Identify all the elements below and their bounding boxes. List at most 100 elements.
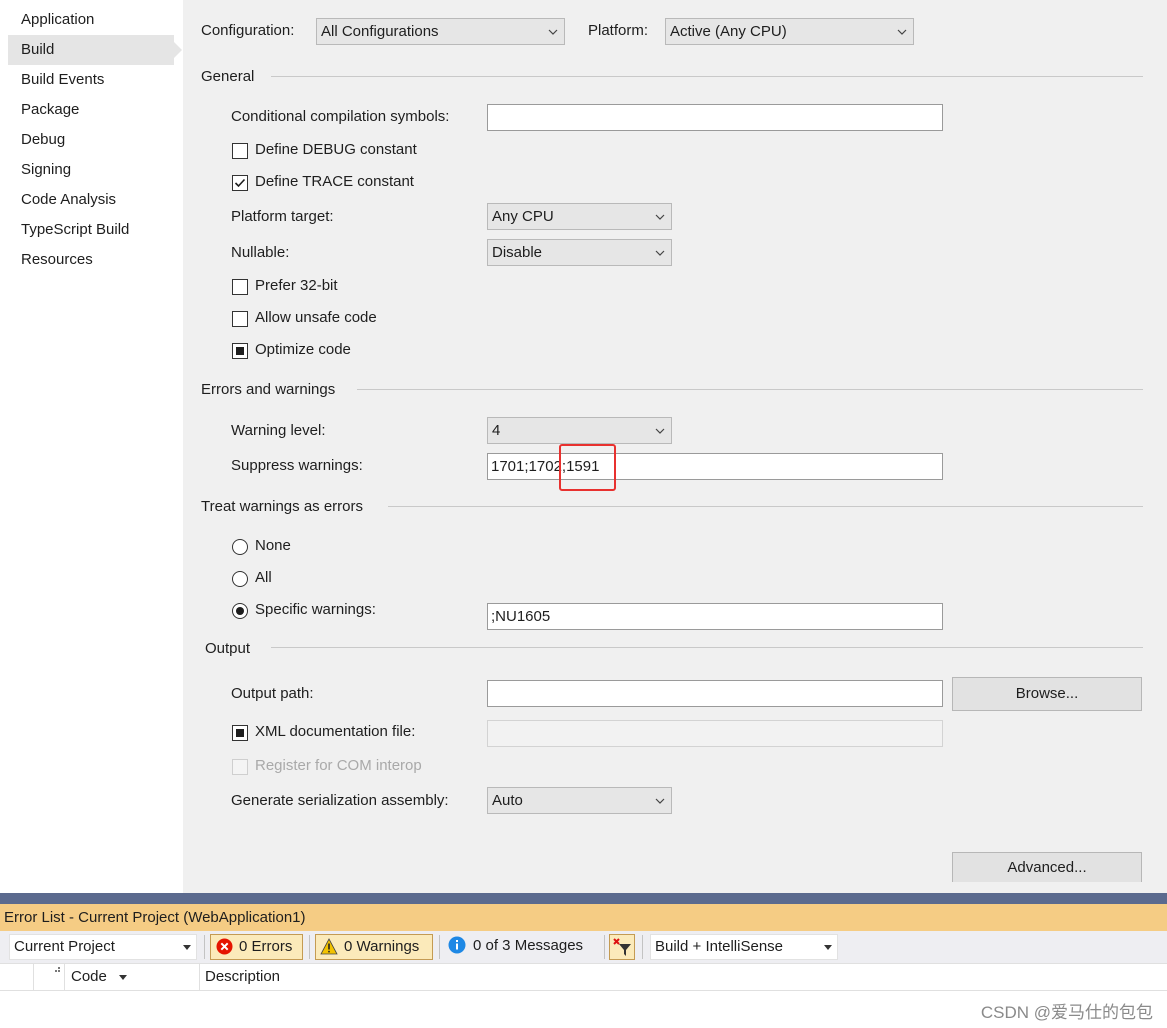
panel-splitter[interactable]	[0, 893, 1167, 904]
define-trace-label: Define TRACE constant	[255, 173, 414, 190]
section-divider	[271, 647, 1143, 648]
toolbar-separator	[604, 935, 605, 959]
sidebar-item-build-events[interactable]: Build Events	[8, 65, 174, 95]
checkmark-icon	[234, 178, 246, 188]
configuration-label: Configuration:	[201, 22, 295, 39]
optimize-code-checkbox[interactable]	[232, 343, 248, 359]
xml-documentation-checkbox[interactable]	[232, 725, 248, 741]
output-path-input[interactable]	[487, 680, 943, 707]
nullable-label: Nullable:	[231, 244, 290, 261]
specific-warnings-input[interactable]: ;NU1605	[487, 603, 943, 630]
property-sidebar: Application Build Build Events Package D…	[0, 0, 183, 893]
allow-unsafe-checkbox[interactable]	[232, 311, 248, 327]
register-com-interop-checkbox[interactable]	[232, 759, 248, 775]
chevron-down-icon	[897, 29, 907, 35]
error-icon	[216, 938, 233, 955]
column-header-code[interactable]: Code	[71, 967, 128, 987]
column-header-code-label: Code	[71, 968, 107, 985]
warnings-filter-toggle[interactable]: 0 Warnings	[315, 934, 433, 960]
column-separator[interactable]	[33, 964, 34, 991]
sidebar-item-debug[interactable]: Debug	[8, 125, 174, 155]
platform-label: Platform:	[588, 22, 649, 39]
output-path-label: Output path:	[231, 685, 314, 702]
prefer-32bit-checkbox[interactable]	[232, 279, 248, 295]
sidebar-item-code-analysis[interactable]: Code Analysis	[8, 185, 174, 215]
sidebar-item-package[interactable]: Package	[8, 95, 174, 125]
define-trace-checkbox[interactable]	[232, 175, 248, 191]
caret-down-icon	[183, 945, 191, 950]
warning-level-label: Warning level:	[231, 422, 326, 439]
column-separator[interactable]	[64, 964, 65, 991]
filter-toggle-button[interactable]	[609, 934, 635, 960]
suppress-warnings-label: Suppress warnings:	[231, 457, 363, 474]
treat-all-radio[interactable]	[232, 571, 248, 587]
serialization-assembly-dropdown[interactable]: Auto	[487, 787, 672, 814]
conditional-symbols-label: Conditional compilation symbols:	[231, 108, 450, 125]
toolbar-separator	[439, 935, 440, 959]
messages-filter-toggle[interactable]: 0 of 3 Messages	[444, 934, 602, 960]
suppress-warnings-input[interactable]: 1701;1702;1591	[487, 453, 943, 480]
warning-level-value: 4	[492, 422, 501, 439]
nullable-dropdown[interactable]: Disable	[487, 239, 672, 266]
sidebar-item-build[interactable]: Build	[8, 35, 182, 65]
build-properties-panel: Configuration: All Configurations Platfo…	[183, 0, 1167, 893]
build-source-value: Build + IntelliSense	[655, 938, 783, 955]
configuration-value: All Configurations	[321, 23, 439, 40]
error-list-title: Error List - Current Project (WebApplica…	[0, 904, 1167, 931]
xml-documentation-input[interactable]	[487, 720, 943, 747]
chevron-down-icon	[655, 798, 665, 804]
toolbar-separator	[204, 935, 205, 959]
warning-level-dropdown[interactable]: 4	[487, 417, 672, 444]
section-divider	[357, 389, 1143, 390]
section-output-title: Output	[205, 640, 251, 657]
platform-target-value: Any CPU	[492, 208, 554, 225]
errors-filter-toggle[interactable]: 0 Errors	[210, 934, 303, 960]
allow-unsafe-label: Allow unsafe code	[255, 309, 377, 326]
scope-dropdown[interactable]: Current Project	[9, 934, 197, 960]
platform-target-dropdown[interactable]: Any CPU	[487, 203, 672, 230]
xml-documentation-label: XML documentation file:	[255, 723, 416, 740]
sidebar-item-signing[interactable]: Signing	[8, 155, 174, 185]
section-divider	[271, 76, 1143, 77]
platform-target-label: Platform target:	[231, 208, 334, 225]
red-highlight-box	[559, 444, 616, 491]
warnings-count-label: 0 Warnings	[344, 938, 420, 955]
treat-none-radio[interactable]	[232, 539, 248, 555]
build-source-dropdown[interactable]: Build + IntelliSense	[650, 934, 838, 960]
serialization-assembly-value: Auto	[492, 792, 523, 809]
scope-value: Current Project	[14, 938, 115, 955]
define-debug-checkbox[interactable]	[232, 143, 248, 159]
serialization-assembly-label: Generate serialization assembly:	[231, 792, 449, 809]
platform-dropdown[interactable]: Active (Any CPU)	[665, 18, 914, 45]
filter-caret-icon	[119, 974, 128, 980]
treat-all-label: All	[255, 569, 272, 586]
error-list-column-header: Code Description	[0, 963, 1167, 991]
prefer-32bit-label: Prefer 32-bit	[255, 277, 338, 294]
column-header-description[interactable]: Description	[205, 967, 280, 987]
conditional-symbols-input[interactable]	[487, 104, 943, 131]
treat-none-label: None	[255, 537, 291, 554]
treat-specific-radio[interactable]	[232, 603, 248, 619]
sidebar-item-typescript-build[interactable]: TypeScript Build	[8, 215, 174, 245]
caret-down-icon	[824, 945, 832, 950]
advanced-button[interactable]: Advanced...	[952, 852, 1142, 882]
info-icon	[448, 936, 466, 954]
sidebar-item-application[interactable]: Application	[8, 5, 174, 35]
browse-button[interactable]: Browse...	[952, 677, 1142, 711]
column-separator[interactable]	[199, 964, 200, 991]
filter-clear-icon	[613, 938, 631, 956]
optimize-code-label: Optimize code	[255, 341, 351, 358]
nullable-value: Disable	[492, 244, 543, 261]
warning-icon	[320, 938, 338, 955]
register-com-interop-label: Register for COM interop	[255, 757, 422, 774]
section-treat-warnings-title: Treat warnings as errors	[201, 498, 363, 515]
section-divider	[388, 506, 1143, 507]
section-errors-warnings-title: Errors and warnings	[201, 381, 336, 398]
sidebar-item-resources[interactable]: Resources	[8, 245, 174, 275]
platform-value: Active (Any CPU)	[670, 23, 787, 40]
chevron-down-icon	[655, 214, 665, 220]
define-debug-label: Define DEBUG constant	[255, 141, 417, 158]
toolbar-separator	[309, 935, 310, 959]
configuration-dropdown[interactable]: All Configurations	[316, 18, 565, 45]
chevron-down-icon	[655, 428, 665, 434]
